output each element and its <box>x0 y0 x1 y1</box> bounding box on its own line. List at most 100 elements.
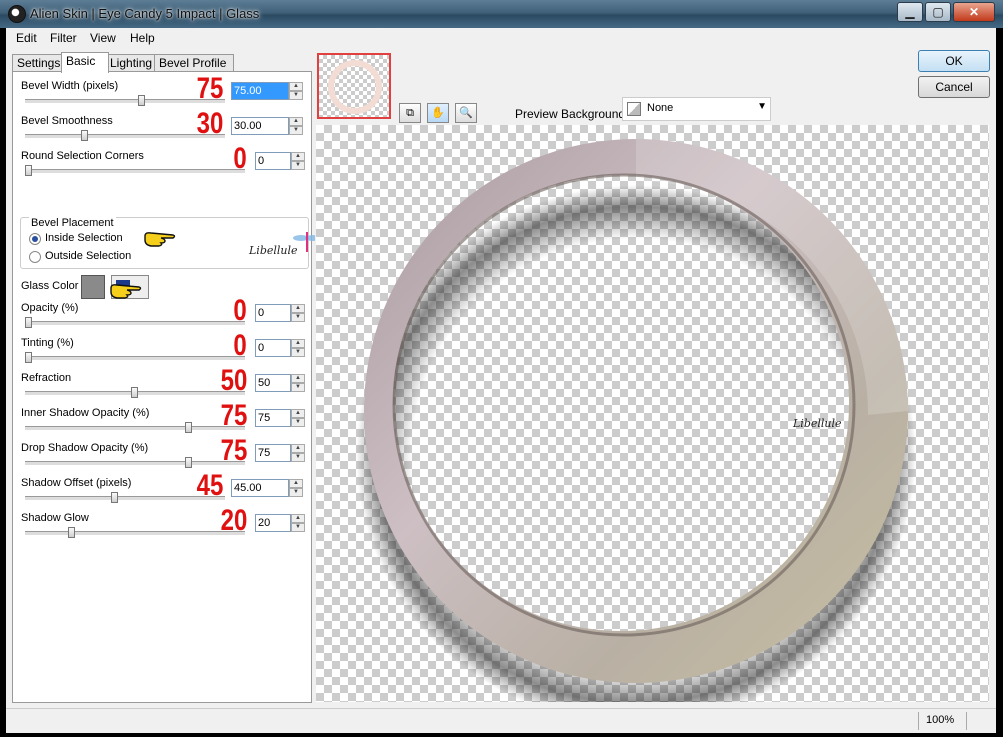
spin-down-icon[interactable]: ▼ <box>289 91 303 100</box>
minimize-icon[interactable]: ▁ <box>897 2 923 22</box>
status-separator <box>918 712 919 730</box>
outside-selection-label[interactable]: Outside Selection <box>45 250 131 262</box>
hand-tool-icon[interactable]: ✋ <box>427 103 449 123</box>
tab-settings[interactable]: Settings <box>12 54 64 72</box>
thumbnail-ring-icon <box>328 60 382 114</box>
opacity-spinner[interactable]: ▲▼ <box>255 304 305 322</box>
tinting-spinner[interactable]: ▲▼ <box>255 339 305 357</box>
window-title: Alien Skin | Eye Candy 5 Impact | Glass <box>30 6 260 21</box>
spin-down-icon[interactable]: ▼ <box>291 313 305 322</box>
bevel-width-thumb[interactable] <box>138 95 145 106</box>
spin-down-icon[interactable]: ▼ <box>291 161 305 170</box>
tab-basic[interactable]: Basic <box>61 52 109 73</box>
spin-up-icon[interactable]: ▲ <box>291 374 305 383</box>
inner-shadow-opacity-input[interactable] <box>255 409 291 427</box>
basic-panel: Bevel Width (pixels) 75 ▲▼ Bevel Smoothn… <box>12 71 321 703</box>
shadow-offset-input[interactable] <box>231 479 289 497</box>
drop-shadow-opacity-spinner[interactable]: ▲▼ <box>255 444 305 462</box>
opacity-label: Opacity (%) <box>21 302 79 314</box>
shadow-offset-label: Shadow Offset (pixels) <box>21 477 132 489</box>
menu-bar: Edit Filter View Help <box>6 28 996 48</box>
zoom-tool-icon[interactable]: 🔍 <box>455 103 477 123</box>
dialog-frame: Edit Filter View Help Settings Basic Lig… <box>6 28 996 733</box>
round-corners-spinner[interactable]: ▲▼ <box>255 152 305 170</box>
zoom-level: 100% <box>926 714 955 726</box>
spin-up-icon[interactable]: ▲ <box>291 152 305 161</box>
tab-bevel-profile[interactable]: Bevel Profile <box>154 54 234 72</box>
status-bar: 100% <box>6 708 996 733</box>
drop-shadow-opacity-slider[interactable] <box>25 457 245 468</box>
opacity-thumb[interactable] <box>25 317 32 328</box>
spin-down-icon[interactable]: ▼ <box>291 453 305 462</box>
spin-up-icon[interactable]: ▲ <box>291 514 305 523</box>
shadow-glow-spinner[interactable]: ▲▼ <box>255 514 305 532</box>
tinting-slider[interactable] <box>25 352 245 363</box>
cancel-button[interactable]: Cancel <box>918 76 990 98</box>
drop-shadow-opacity-thumb[interactable] <box>185 457 192 468</box>
spin-down-icon[interactable]: ▼ <box>291 418 305 427</box>
spin-up-icon[interactable]: ▲ <box>291 339 305 348</box>
spin-up-icon[interactable]: ▲ <box>289 479 303 488</box>
bevel-width-slider[interactable] <box>25 95 225 106</box>
glass-color-swatch[interactable] <box>81 275 105 299</box>
bevel-smoothness-label: Bevel Smoothness <box>21 115 113 127</box>
spin-down-icon[interactable]: ▼ <box>289 488 303 497</box>
shadow-glow-slider[interactable] <box>25 527 245 538</box>
menu-edit[interactable]: Edit <box>16 31 37 45</box>
ok-button[interactable]: OK <box>918 50 990 72</box>
inner-shadow-opacity-spinner[interactable]: ▲▼ <box>255 409 305 427</box>
spin-up-icon[interactable]: ▲ <box>289 82 303 91</box>
spin-up-icon[interactable]: ▲ <box>291 409 305 418</box>
compare-tool-icon[interactable]: ⧉ <box>399 103 421 123</box>
refraction-input[interactable] <box>255 374 291 392</box>
tab-lighting[interactable]: Lighting <box>105 54 157 72</box>
preview-canvas[interactable]: Libellule <box>316 125 989 702</box>
spin-down-icon[interactable]: ▼ <box>289 126 303 135</box>
menu-help[interactable]: Help <box>130 31 155 45</box>
bevel-smoothness-input[interactable] <box>231 117 289 135</box>
spin-down-icon[interactable]: ▼ <box>291 348 305 357</box>
tinting-thumb[interactable] <box>25 352 32 363</box>
bevel-width-spinner[interactable]: ▲▼ <box>231 82 303 100</box>
shadow-offset-slider[interactable] <box>25 492 225 503</box>
spin-up-icon[interactable]: ▲ <box>289 117 303 126</box>
round-corners-thumb[interactable] <box>25 165 32 176</box>
preview-background-value: None <box>647 102 674 114</box>
tinting-input[interactable] <box>255 339 291 357</box>
spin-down-icon[interactable]: ▼ <box>291 523 305 532</box>
maximize-icon[interactable]: ▢ <box>925 2 951 22</box>
close-icon[interactable]: ✕ <box>953 2 995 22</box>
bevel-smoothness-thumb[interactable] <box>81 130 88 141</box>
refraction-slider[interactable] <box>25 387 245 398</box>
shadow-glow-thumb[interactable] <box>68 527 75 538</box>
outside-selection-radio[interactable] <box>29 251 41 263</box>
bevel-placement-group: Bevel Placement Inside Selection Outside… <box>20 217 321 269</box>
drop-shadow-opacity-input[interactable] <box>255 444 291 462</box>
round-corners-input[interactable] <box>255 152 291 170</box>
opacity-input[interactable] <box>255 304 291 322</box>
spin-up-icon[interactable]: ▲ <box>291 304 305 313</box>
inner-shadow-opacity-thumb[interactable] <box>185 422 192 433</box>
menu-view[interactable]: View <box>90 31 116 45</box>
menu-filter[interactable]: Filter <box>50 31 77 45</box>
bevel-width-input[interactable] <box>231 82 289 100</box>
bevel-smoothness-spinner[interactable]: ▲▼ <box>231 117 303 135</box>
window-controls: ▁ ▢ ✕ <box>897 2 995 22</box>
shadow-offset-thumb[interactable] <box>111 492 118 503</box>
inner-shadow-opacity-slider[interactable] <box>25 422 245 433</box>
shadow-offset-spinner[interactable]: ▲▼ <box>231 479 303 497</box>
round-corners-slider[interactable] <box>25 165 245 176</box>
preview-area: ⧉ ✋ 🔍 Preview Background: None ▼ Libellu… <box>315 50 990 702</box>
spin-up-icon[interactable]: ▲ <box>291 444 305 453</box>
shadow-glow-input[interactable] <box>255 514 291 532</box>
preview-background-select[interactable]: None ▼ <box>622 97 771 121</box>
bevel-smoothness-slider[interactable] <box>25 130 225 141</box>
opacity-slider[interactable] <box>25 317 245 328</box>
navigator-thumbnail[interactable] <box>317 53 391 119</box>
inside-selection-label[interactable]: Inside Selection <box>45 232 123 244</box>
refraction-spinner[interactable]: ▲▼ <box>255 374 305 392</box>
spin-down-icon[interactable]: ▼ <box>291 383 305 392</box>
inside-selection-radio[interactable] <box>29 233 41 245</box>
pointing-hand-icon <box>144 232 176 247</box>
refraction-thumb[interactable] <box>131 387 138 398</box>
